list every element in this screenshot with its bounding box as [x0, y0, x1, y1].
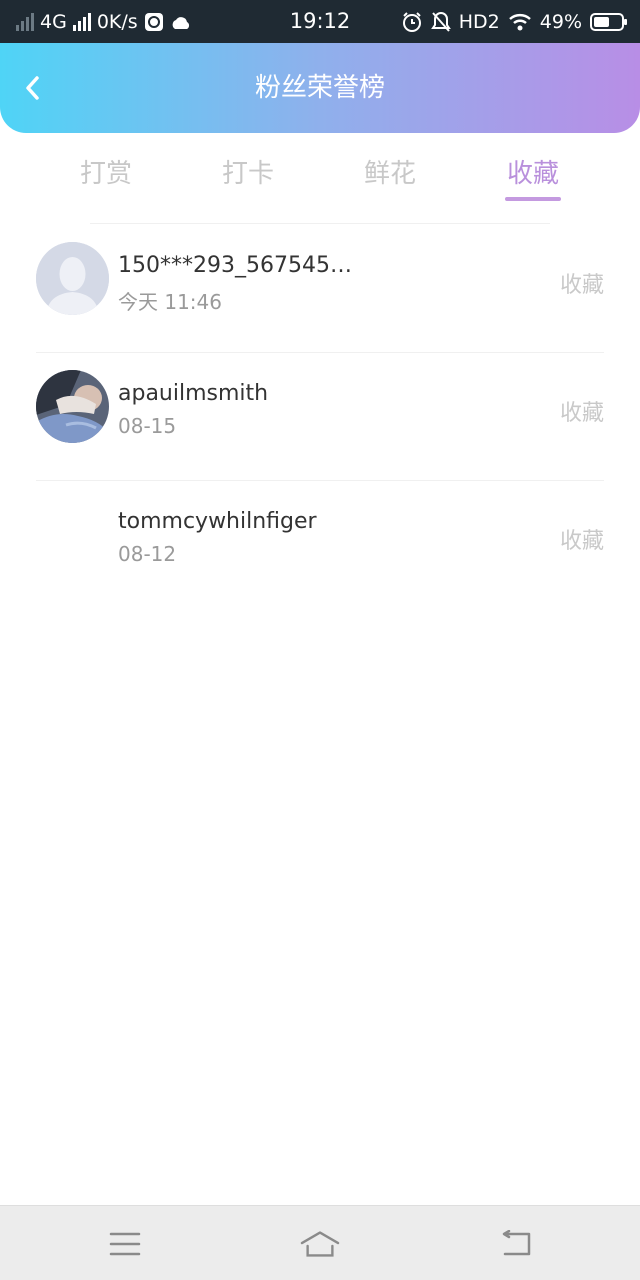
title-bar: 粉丝荣誉榜 — [0, 43, 640, 133]
battery-icon — [590, 12, 628, 32]
favorite-label: 收藏 — [559, 401, 604, 426]
active-tab-indicator — [505, 197, 561, 201]
menu-icon — [109, 1232, 141, 1256]
list-item[interactable]: tommcywhilnfiger 08-12 收藏 — [0, 481, 640, 609]
back-nav-button[interactable] — [496, 1224, 536, 1264]
user-name: apauilmsmith — [118, 381, 269, 406]
list-item[interactable]: 150***293_567545… 今天 11:46 收藏 — [0, 225, 640, 353]
avatar — [36, 370, 109, 443]
favorite-date: 08-15 — [118, 414, 177, 438]
wifi-icon — [508, 12, 532, 32]
tab-reward[interactable]: 打赏 — [56, 153, 156, 190]
avatar — [36, 498, 109, 571]
home-button[interactable] — [300, 1224, 340, 1264]
user-name: tommcywhilnfiger — [118, 509, 317, 534]
favorite-date: 今天 11:46 — [118, 290, 222, 314]
status-bar: 4G 0K/s 19:12 HD2 49% — [0, 0, 640, 43]
home-icon — [300, 1231, 340, 1257]
mute-bell-icon — [430, 11, 451, 33]
battery-percent: 49% — [539, 10, 582, 33]
divider — [90, 223, 550, 224]
user-photo-icon — [36, 370, 109, 443]
tab-flowers[interactable]: 鲜花 — [340, 153, 440, 190]
menu-button[interactable] — [105, 1224, 145, 1264]
hd-indicator: HD2 — [458, 10, 500, 33]
alarm-icon — [401, 11, 423, 33]
return-icon — [502, 1230, 531, 1256]
page-title: 粉丝荣誉榜 — [254, 73, 385, 103]
user-name: 150***293_567545… — [118, 253, 352, 278]
favorite-date: 08-12 — [118, 542, 177, 566]
system-nav-bar — [0, 1205, 640, 1280]
default-user-icon — [36, 242, 109, 315]
avatar — [36, 242, 109, 315]
tab-favorites[interactable]: 收藏 — [483, 153, 583, 190]
tab-checkin[interactable]: 打卡 — [198, 153, 298, 190]
list-item[interactable]: apauilmsmith 08-15 收藏 — [0, 353, 640, 481]
favorite-label: 收藏 — [559, 273, 604, 298]
favorite-label: 收藏 — [559, 529, 604, 554]
header: 4G 0K/s 19:12 HD2 49% 粉丝荣誉榜 — [0, 0, 640, 133]
